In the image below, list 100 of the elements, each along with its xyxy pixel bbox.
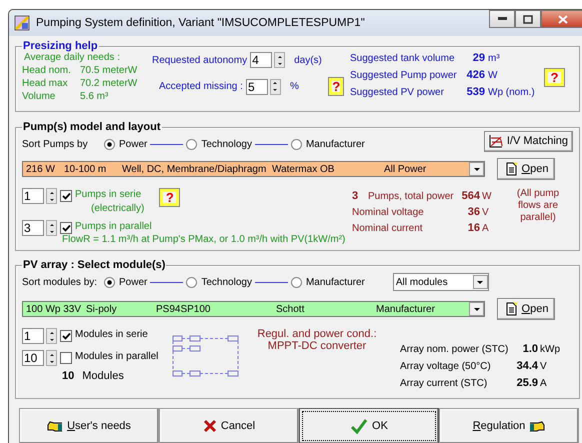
spin-buttons[interactable] [270, 78, 281, 94]
need-value: 5.6 m³ [80, 90, 108, 103]
unit-label: A [482, 223, 489, 234]
spin-buttons[interactable] [46, 328, 57, 344]
number-field[interactable]: 1 [22, 188, 44, 204]
window-title: Pumping System definition, Variant "IMSUCOMPLETESPUMP1" [36, 17, 365, 29]
radio-button[interactable] [104, 276, 115, 288]
curve-chart-icon [488, 134, 503, 148]
modules-in-parallel-label: Modules in parallel [75, 350, 158, 364]
dialog-button[interactable]: OK [299, 408, 439, 443]
checkbox[interactable] [60, 330, 72, 342]
suggestion-label: Suggested PV power [350, 87, 445, 98]
suggestion-label: Suggested tank volume [350, 53, 456, 64]
document-icon [504, 302, 518, 316]
open-button[interactable]: Open [497, 158, 555, 180]
result-value: 34.4 [516, 360, 538, 372]
restore-icon [523, 14, 533, 24]
radio-button[interactable] [290, 138, 302, 150]
radio-label[interactable]: Power [119, 138, 148, 150]
module-layout-drawing [172, 334, 240, 378]
need-value: 70.5 meterW [80, 64, 138, 77]
close-button[interactable] [541, 10, 582, 28]
radio-label[interactable]: Manufacturer [306, 276, 365, 288]
section-title: PV array : Select module(s) [22, 259, 166, 271]
radio-label[interactable]: Technology [201, 138, 252, 150]
radio-label[interactable]: Power [119, 276, 148, 288]
module-filter-dropdown[interactable]: All modules [392, 273, 489, 291]
sort-label: Sort Pumps by [22, 138, 89, 150]
unit-label: V [540, 361, 547, 372]
result-label: Array voltage (50°C) [400, 361, 492, 372]
suggestion-value: 29 [472, 52, 485, 64]
sort-label: Sort modules by: [22, 276, 98, 288]
section-title: Presizing help [22, 40, 99, 52]
converter-label: MPPT-DC converter [268, 340, 366, 352]
minimize-icon [498, 17, 506, 21]
section-title: Pump(s) model and layout [22, 121, 162, 133]
result-value: 1.0 [522, 343, 538, 355]
pumps-in-serie-label: Pumps in serie (electrically) [75, 188, 144, 216]
result-value: 16 [466, 222, 480, 234]
number-field[interactable]: 4 [250, 52, 272, 68]
iv-matching-button[interactable]: I/V Matching [484, 130, 573, 152]
radio-button[interactable] [290, 276, 302, 288]
result-value: 564 [460, 190, 480, 202]
unit-label: m³ [488, 53, 500, 64]
spin-buttons[interactable] [274, 52, 286, 68]
radio-label[interactable]: Manufacturer [306, 138, 365, 150]
help-button[interactable]: ? [159, 188, 180, 207]
dialog-button[interactable]: User's needs [19, 408, 159, 443]
dialog-button[interactable]: Regulation [439, 408, 579, 443]
flow-rate-text: FlowR = 1.1 m³/h at Pump's PMax, or 1.0 m³/h with PV(1kW/m²) [61, 234, 346, 245]
need-label: Volume [22, 90, 56, 103]
unit-label: kWp [540, 344, 560, 355]
app-icon [14, 15, 30, 31]
checkbox[interactable] [60, 222, 72, 234]
result-label: Nominal voltage [352, 207, 425, 218]
result-label: Array nom. power (STC) [400, 344, 508, 355]
missing-label: Accepted missing : [159, 81, 243, 92]
spin-buttons[interactable] [46, 188, 57, 204]
dialog-button[interactable]: Cancel [159, 408, 299, 443]
spin-buttons[interactable] [46, 350, 57, 366]
module-selector[interactable]: 100 Wp 33V Si-poly PS94SP100 Schott Manufacturer [22, 301, 485, 317]
regulation-label: Regul. and power cond.: [257, 328, 377, 340]
maximize-button[interactable] [515, 10, 541, 28]
unit-label: W [488, 70, 498, 81]
help-button[interactable]: ? [328, 77, 344, 96]
pump-selector[interactable]: 216 W 10-100 m Well, DC, Membrane/Diaphragm Watermax OB All Power [22, 161, 485, 177]
open-button[interactable]: Open [497, 298, 555, 320]
number-field[interactable]: 3 [22, 220, 44, 236]
spin-buttons[interactable] [46, 220, 57, 236]
radio-button[interactable] [186, 138, 198, 150]
close-icon [558, 14, 568, 24]
pumps-in-parallel-label: Pumps in parallel [75, 220, 152, 234]
number-field[interactable]: 1 [22, 328, 44, 344]
suggestion-value: 426 [466, 69, 485, 81]
module-count: 10 [62, 370, 74, 382]
suggestion-value: 539 [466, 86, 485, 98]
radio-button[interactable] [104, 138, 115, 150]
radio-label[interactable]: Technology [201, 276, 252, 288]
document-icon [504, 162, 518, 176]
unit-label: W [482, 191, 492, 202]
number-field[interactable]: 10 [22, 350, 44, 366]
pointing-hand-icon [47, 420, 64, 432]
result-label: Nominal current [352, 223, 424, 234]
radio-button[interactable] [186, 276, 198, 288]
checkbox[interactable] [60, 352, 72, 364]
unit-label: A [540, 378, 547, 389]
unit-label: Wp (nom.) [488, 87, 535, 98]
modules-in-serie-label: Modules in serie [75, 328, 148, 342]
checkbox[interactable] [60, 190, 72, 202]
needs-label: Average daily needs : [23, 52, 121, 63]
need-value: 70.2 meterW [80, 77, 138, 90]
checkmark-icon [350, 418, 368, 434]
cross-icon [202, 419, 217, 433]
unit-label: V [482, 207, 489, 218]
help-button[interactable]: ? [544, 68, 565, 87]
unit-label: % [290, 81, 300, 92]
minimize-button[interactable] [489, 10, 515, 28]
number-field[interactable]: 5 [246, 78, 268, 94]
need-label: Head max [22, 77, 69, 90]
need-label: Head nom. [22, 64, 72, 77]
